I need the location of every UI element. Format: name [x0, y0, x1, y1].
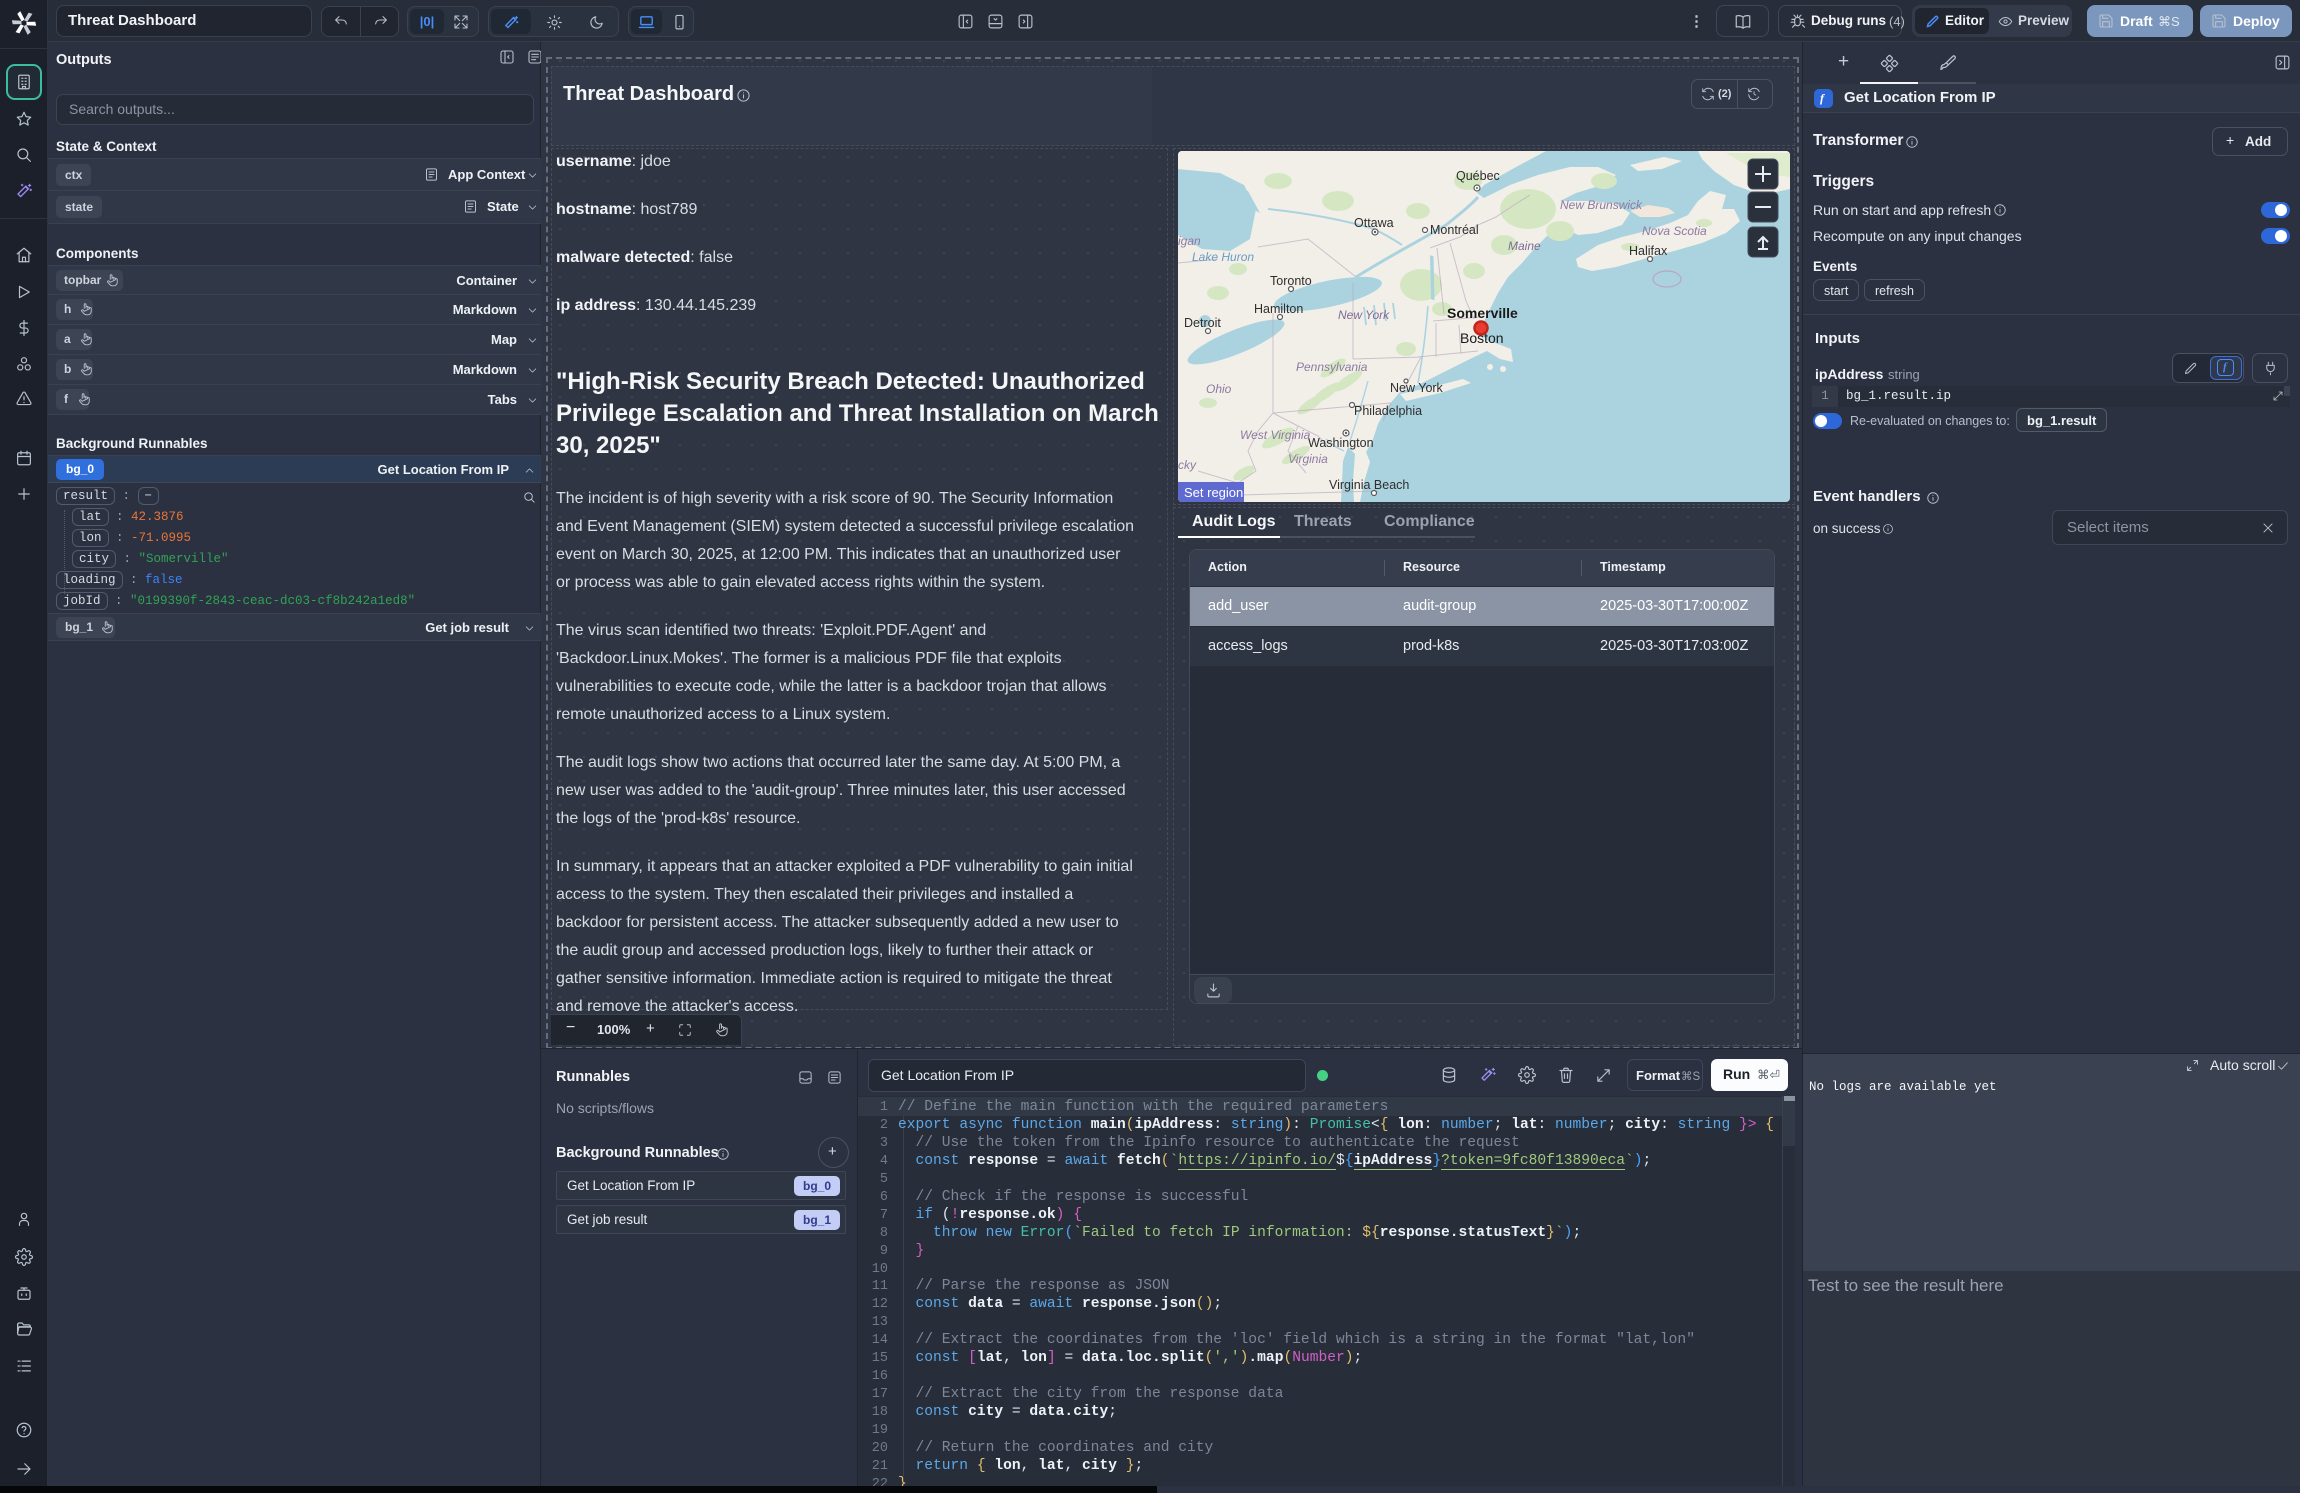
svg-text:Québec: Québec	[1456, 169, 1500, 183]
svg-text:Pennsylvania: Pennsylvania	[1296, 360, 1368, 374]
svg-text:Boston: Boston	[1460, 330, 1504, 346]
svg-text:Washington: Washington	[1308, 436, 1374, 450]
svg-text:Toronto: Toronto	[1270, 274, 1312, 288]
svg-text:Ottawa: Ottawa	[1354, 216, 1394, 230]
svg-text:Somerville: Somerville	[1447, 305, 1518, 321]
svg-text:Montréal: Montréal	[1430, 223, 1479, 237]
svg-text:West Virginia: West Virginia	[1240, 428, 1311, 442]
svg-text:cky: cky	[1178, 458, 1197, 472]
svg-text:New York: New York	[1390, 381, 1444, 395]
svg-text:Hamilton: Hamilton	[1254, 302, 1303, 316]
svg-text:Detroit: Detroit	[1184, 316, 1221, 330]
svg-text:New Brunswick: New Brunswick	[1560, 198, 1643, 212]
svg-text:Virginia Beach: Virginia Beach	[1329, 478, 1409, 492]
svg-text:Philadelphia: Philadelphia	[1354, 404, 1422, 418]
svg-text:igan: igan	[1178, 234, 1201, 248]
svg-text:Set region: Set region	[1184, 485, 1243, 500]
svg-text:New York: New York	[1338, 308, 1390, 322]
svg-text:Lake Huron: Lake Huron	[1192, 250, 1254, 264]
svg-text:Ohio: Ohio	[1206, 382, 1232, 396]
svg-text:Nova Scotia: Nova Scotia	[1642, 224, 1707, 238]
svg-text:Halifax: Halifax	[1629, 244, 1668, 258]
svg-text:Virginia: Virginia	[1288, 452, 1328, 466]
svg-text:Maine: Maine	[1508, 239, 1541, 253]
